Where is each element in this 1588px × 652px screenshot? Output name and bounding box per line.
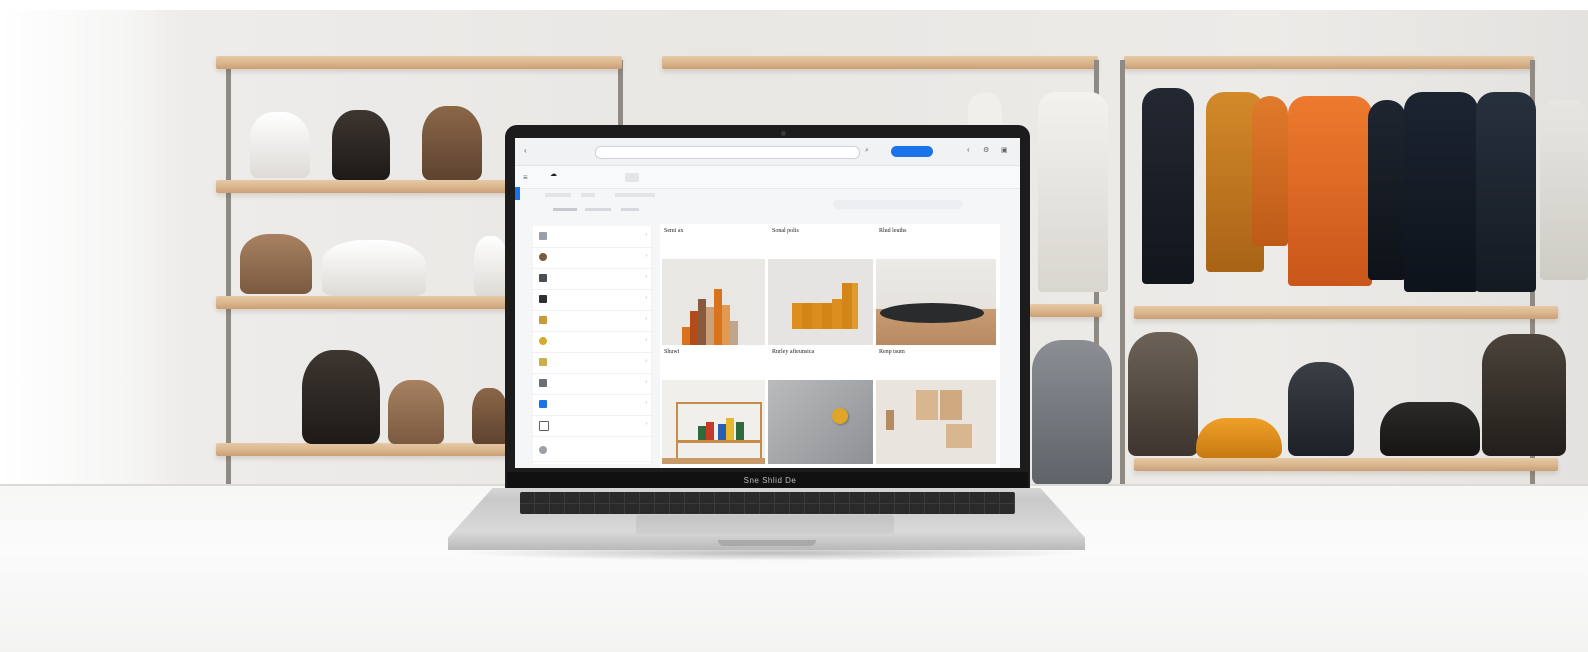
webcam: [781, 131, 786, 136]
search-input[interactable]: [595, 146, 860, 159]
bag: [1128, 332, 1198, 456]
card-header[interactable]: Renp tsum: [879, 349, 984, 381]
bag: [1380, 402, 1480, 456]
shoe: [388, 380, 444, 444]
list-item[interactable]: ›: [533, 394, 651, 416]
garment: [1142, 88, 1194, 284]
bag: [1196, 418, 1282, 458]
product-image[interactable]: [876, 380, 996, 464]
list-item[interactable]: ›: [533, 247, 651, 269]
search-icon[interactable]: ⌕: [865, 147, 869, 155]
card-title: Shuwi: [664, 349, 680, 355]
product-image[interactable]: [768, 380, 873, 464]
laptop-brand-label: Sne Shlid De: [743, 476, 797, 485]
content-grid: Semi ax Sonal polis Rlud leuths Shuwi Rn…: [660, 224, 1000, 468]
top-band: [0, 0, 1588, 10]
garment: [1288, 96, 1372, 286]
menu-icon[interactable]: ≡: [523, 174, 528, 182]
garment: [1252, 96, 1288, 246]
shoe: [422, 106, 482, 180]
garment: [1404, 92, 1478, 292]
trackpad[interactable]: [636, 515, 894, 534]
back-icon[interactable]: ‹: [524, 147, 527, 155]
card-header[interactable]: Sonal polis: [772, 228, 877, 260]
shoe: [322, 240, 426, 296]
list-item[interactable]: ›: [533, 310, 651, 332]
bag: [1482, 334, 1566, 456]
shoe: [302, 350, 380, 444]
list-item[interactable]: ›: [533, 289, 651, 311]
gear-icon[interactable]: ⚙: [983, 147, 989, 155]
card-header[interactable]: Rnrley afteunsica: [772, 349, 877, 381]
card-header[interactable]: Semi ax: [664, 228, 769, 260]
shoe: [474, 236, 508, 296]
filter-tabs: [515, 190, 1020, 220]
window-light: [0, 10, 170, 490]
product-image[interactable]: [876, 259, 996, 345]
tab[interactable]: [581, 193, 595, 197]
garment: [968, 92, 1002, 126]
card-title: Sonal polis: [772, 228, 799, 234]
tab[interactable]: [615, 193, 655, 197]
tab[interactable]: [621, 208, 639, 211]
list-item[interactable]: ›: [533, 268, 651, 290]
card-header[interactable]: Rlud leuths: [879, 228, 984, 260]
card-title: Renp tsum: [879, 349, 905, 355]
shoe: [472, 388, 508, 444]
shoe: [240, 234, 312, 294]
tab[interactable]: [545, 193, 571, 197]
shoe: [332, 110, 390, 180]
card-title: Semi ax: [664, 228, 684, 234]
lid-notch: [718, 540, 816, 546]
card-title: Rlud leuths: [879, 228, 907, 234]
laptop-screen: ‹ ⌕ ‹ ⚙ ▣ ≡ ☁ › › › › › › › › › › Semi a…: [515, 138, 1020, 468]
app-header: ≡ ☁: [515, 166, 1020, 209]
card-header[interactable]: Shuwi: [664, 349, 769, 381]
product-image[interactable]: [768, 259, 873, 345]
list-item[interactable]: ›: [533, 373, 651, 395]
chevron-left-icon[interactable]: ‹: [967, 146, 970, 154]
garment: [1038, 92, 1108, 292]
browser-toolbar: ‹ ⌕ ‹ ⚙ ▣: [515, 138, 1020, 166]
shoe: [250, 112, 310, 178]
bag: [1288, 362, 1354, 456]
item-list: › › › › › › › › › ›: [533, 226, 652, 464]
garment: [1368, 100, 1406, 280]
bag: [1032, 340, 1112, 485]
list-item[interactable]: ›: [533, 331, 651, 353]
list-item[interactable]: ›: [533, 226, 651, 248]
garment: [1476, 92, 1536, 292]
garment: [1540, 100, 1588, 280]
logo-icon: ☁: [550, 171, 557, 178]
list-item[interactable]: [533, 440, 651, 462]
list-item[interactable]: ›: [533, 352, 651, 374]
card-title: Rnrley afteunsica: [772, 349, 815, 355]
tab[interactable]: [553, 208, 577, 211]
tab[interactable]: [585, 208, 611, 211]
view-toggle[interactable]: [625, 173, 639, 182]
keyboard-row-divider: [520, 503, 1015, 504]
product-image[interactable]: [662, 380, 765, 464]
grid-icon[interactable]: ▣: [1001, 147, 1008, 155]
primary-button[interactable]: [891, 146, 933, 157]
list-item[interactable]: ›: [533, 415, 651, 437]
product-image[interactable]: [662, 259, 765, 345]
